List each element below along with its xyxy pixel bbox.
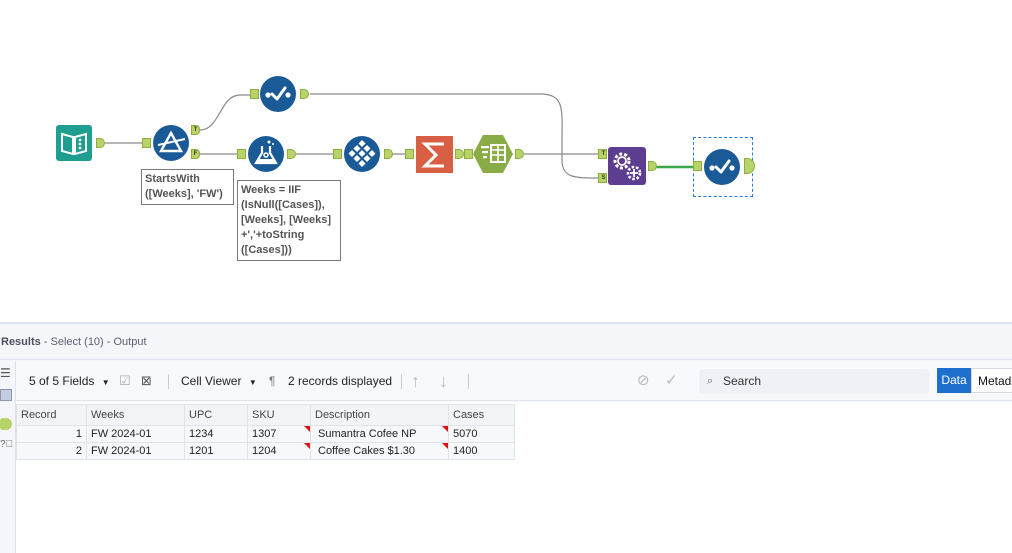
tab-data[interactable]: Data (937, 368, 971, 393)
records-count: 2 records displayed (288, 374, 393, 388)
macro-gears-icon (608, 147, 646, 185)
tab-metadata[interactable]: Metad (971, 368, 1012, 393)
filter-annotation: StartsWith ([Weeks], 'FW') (141, 169, 234, 205)
macro-tool[interactable] (608, 147, 646, 185)
wire-filter-true-select (199, 94, 250, 131)
column-header-upc[interactable]: UPC (184, 404, 248, 426)
cell-cases[interactable]: 5070 (448, 425, 515, 443)
results-title: Results (1, 336, 41, 348)
toolbar-divider (168, 374, 169, 389)
formula-flask-icon (248, 136, 284, 172)
table-header-row: Record Weeks UPC SKU Description Cases (16, 404, 515, 426)
results-panel: Results - Select (10) - Output ☰ ?⃝ 5 of… (0, 322, 1012, 553)
multi-row-diamond-icon (344, 136, 380, 172)
crosstab-table-icon (473, 135, 513, 173)
select-tool[interactable] (259, 75, 297, 113)
table-view-icon[interactable] (0, 389, 12, 401)
cell-description[interactable]: Sumantra Cofee NP (310, 425, 449, 443)
input-anchor[interactable] (333, 149, 342, 159)
multi-row-formula-tool[interactable] (343, 135, 381, 173)
filter-false-label: F (193, 151, 198, 157)
input-anchor[interactable] (250, 89, 259, 99)
input-data-book-icon (56, 125, 92, 161)
pilcrow-icon[interactable]: ¶ (269, 361, 275, 401)
cell-cases[interactable]: 1400 (448, 442, 515, 460)
search-icon: ⌕ (707, 375, 714, 387)
fields-dropdown[interactable]: 5 of 5 Fields ▼ (29, 361, 110, 401)
cell-upc[interactable]: 1201 (184, 442, 248, 460)
check-icon[interactable]: ✓ (665, 361, 678, 401)
select-check-icon (704, 149, 740, 185)
formula-tool[interactable] (247, 135, 285, 173)
filter-tool[interactable] (152, 124, 190, 162)
cell-record[interactable]: 2 (16, 442, 87, 460)
crosstab-tool[interactable] (473, 135, 513, 173)
filter-true-label: T (193, 127, 198, 133)
column-header-cases[interactable]: Cases (448, 404, 515, 426)
results-grid: Record Weeks UPC SKU Description Cases 1… (16, 402, 1012, 553)
filter-prism-icon (153, 125, 189, 161)
output-anchor-tab-icon[interactable] (0, 418, 12, 430)
select-output-tool[interactable] (703, 148, 741, 186)
macro-input-t-label: T (601, 151, 606, 157)
search-placeholder: Search (723, 374, 762, 388)
cancel-icon[interactable]: ⊘ (637, 361, 650, 401)
cell-weeks[interactable]: FW 2024-01 (86, 442, 185, 460)
formula-annotation: Weeks = IIF (IsNull([Cases]), [Weeks], [… (237, 180, 341, 261)
input-anchor[interactable] (693, 161, 702, 171)
help-icon[interactable]: ?⃝ (0, 439, 13, 451)
cell-sku[interactable]: 1204 (247, 442, 311, 460)
chevron-down-icon: ▼ (248, 378, 257, 387)
cell-sku[interactable]: 1307 (247, 425, 311, 443)
arrow-down-icon[interactable]: ↓ (439, 361, 448, 401)
summarize-tool[interactable] (416, 136, 453, 173)
input-anchor[interactable] (464, 149, 473, 159)
select-check-icon (260, 76, 296, 112)
results-subtitle: - Select (10) - Output (40, 336, 147, 348)
table-row: 1 FW 2024-01 1234 1307 Sumantra Cofee NP… (16, 425, 515, 443)
results-left-rail: ☰ ?⃝ (0, 361, 16, 553)
toolbar-divider (468, 374, 469, 389)
column-header-record[interactable]: Record (16, 404, 87, 426)
table-row: 2 FW 2024-01 1201 1204 Coffee Cakes $1.3… (16, 442, 515, 460)
column-header-sku[interactable]: SKU (247, 404, 311, 426)
menu-icon[interactable]: ☰ (0, 367, 12, 379)
input-anchor[interactable] (142, 138, 151, 148)
column-header-weeks[interactable]: Weeks (86, 404, 185, 426)
cell-description[interactable]: Coffee Cakes $1.30 (310, 442, 449, 460)
select-all-checkbox-icon[interactable]: ☑ (119, 361, 131, 401)
input-anchor[interactable] (237, 149, 246, 159)
summarize-sigma-icon (416, 136, 453, 173)
results-toolbar: 5 of 5 Fields ▼ ☑ ⊠ Cell Viewer ▼ ¶ 2 re… (16, 361, 1012, 401)
results-header: Results - Select (10) - Output (0, 324, 1012, 360)
macro-input-s-label: S (601, 175, 606, 181)
toolbar-divider (401, 374, 402, 389)
chevron-down-icon: ▼ (101, 378, 110, 387)
deselect-all-icon[interactable]: ⊠ (141, 361, 152, 401)
input-data-tool[interactable] (56, 125, 92, 161)
search-input[interactable]: ⌕ Search (699, 369, 929, 394)
cell-weeks[interactable]: FW 2024-01 (86, 425, 185, 443)
results-table: Record Weeks UPC SKU Description Cases 1… (16, 404, 515, 460)
cell-viewer-dropdown[interactable]: Cell Viewer ▼ (181, 361, 257, 401)
input-anchor[interactable] (405, 149, 414, 159)
workflow-canvas[interactable]: T F StartsWith ([Weeks], 'FW') Weeks = I… (0, 0, 1012, 322)
column-header-description[interactable]: Description (310, 404, 449, 426)
cell-record[interactable]: 1 (16, 425, 87, 443)
arrow-up-icon[interactable]: ↑ (411, 361, 420, 401)
cell-upc[interactable]: 1234 (184, 425, 248, 443)
